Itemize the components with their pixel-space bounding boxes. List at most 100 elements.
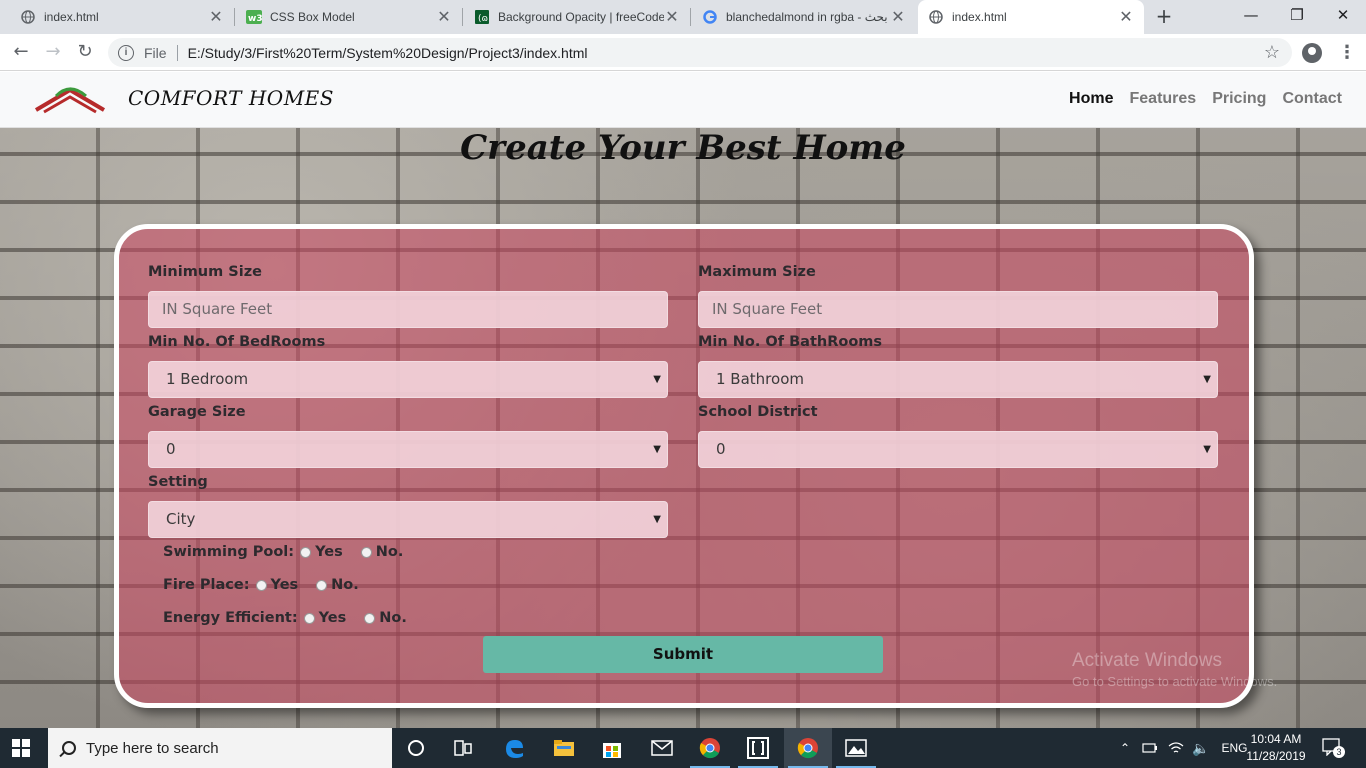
brand-name[interactable]: COMFORT HOMES	[128, 86, 334, 110]
bathrooms-value: 1 Bathroom	[716, 370, 804, 388]
tab-divider	[462, 8, 463, 26]
swimming-pool-no-label[interactable]: No.	[376, 544, 404, 560]
bedrooms-label: Min No. Of BedRooms	[148, 334, 326, 350]
submit-button[interactable]: Submit	[483, 636, 883, 673]
bathrooms-select[interactable]: 1 Bathroom ▼	[698, 361, 1218, 398]
volume-icon[interactable]: 🔈	[1192, 740, 1209, 757]
close-icon[interactable]: ✕	[664, 7, 680, 27]
tab-title: Background Opacity | freeCode	[498, 10, 664, 24]
browser-tab-active[interactable]: index.html ✕	[918, 0, 1144, 34]
nav-link-home[interactable]: Home	[1069, 90, 1113, 108]
close-icon[interactable]: ✕	[436, 7, 452, 27]
browser-tab[interactable]: w3 CSS Box Model ✕	[236, 0, 462, 34]
taskbar-search-placeholder: Type here to search	[86, 739, 219, 757]
chrome-active-icon[interactable]	[784, 728, 832, 768]
swimming-pool-no-radio[interactable]	[360, 546, 372, 558]
google-icon	[702, 9, 718, 25]
url-text[interactable]: E:/Study/3/First%20Term/System%20Design/…	[188, 45, 588, 61]
energy-efficient-yes-radio[interactable]	[303, 612, 315, 624]
browser-tab-strip: index.html ✕ w3 CSS Box Model ✕ (ɷ) Back…	[0, 0, 1366, 34]
chevron-down-icon: ▼	[653, 374, 661, 385]
min-size-input[interactable]: IN Square Feet	[148, 291, 668, 328]
new-tab-button[interactable]: +	[1152, 5, 1176, 29]
profile-icon[interactable]	[1302, 43, 1322, 63]
store-icon[interactable]	[588, 728, 636, 768]
battery-icon[interactable]	[1142, 742, 1158, 754]
fire-place-no-radio[interactable]	[316, 579, 328, 591]
min-size-label: Minimum Size	[148, 264, 262, 280]
swimming-pool-yes-label[interactable]: Yes	[315, 544, 343, 560]
notification-count: 3	[1333, 746, 1345, 758]
taskbar-clock[interactable]: 10:04 AM 11/28/2019	[1246, 731, 1306, 765]
bedrooms-select[interactable]: 1 Bedroom ▼	[148, 361, 668, 398]
energy-efficient-no-radio[interactable]	[364, 612, 376, 624]
nav-link-contact[interactable]: Contact	[1282, 90, 1342, 108]
fire-place-yes-label[interactable]: Yes	[271, 577, 299, 593]
task-view-icon[interactable]	[440, 728, 488, 768]
close-icon[interactable]: ✕	[890, 7, 906, 27]
reload-icon[interactable]: ↻	[72, 40, 98, 66]
browser-tab[interactable]: (ɷ) Background Opacity | freeCode ✕	[464, 0, 690, 34]
school-district-value: 0	[716, 440, 726, 458]
energy-efficient-yes-label[interactable]: Yes	[319, 610, 347, 626]
energy-efficient-no-label[interactable]: No.	[379, 610, 407, 626]
mail-icon[interactable]	[638, 728, 686, 768]
taskbar-search-box[interactable]: Type here to search	[48, 728, 392, 768]
swimming-pool-label: Swimming Pool:	[163, 544, 295, 560]
back-arrow-icon[interactable]: ←	[8, 40, 34, 66]
cortana-icon[interactable]	[392, 728, 440, 768]
photos-icon[interactable]	[832, 728, 880, 768]
windows-start-icon[interactable]	[12, 739, 30, 757]
browser-toolbar: ← → ↻ i File E:/Study/3/First%20Term/Sys…	[0, 34, 1366, 71]
clock-time: 10:04 AM	[1250, 732, 1302, 746]
window-close-icon[interactable]: ✕	[1320, 0, 1366, 34]
nav-link-pricing[interactable]: Pricing	[1212, 90, 1266, 108]
minimize-icon[interactable]: —	[1228, 0, 1274, 34]
fire-place-yes-radio[interactable]	[255, 579, 267, 591]
energy-efficient-label: Energy Efficient:	[163, 610, 298, 626]
info-icon[interactable]: i	[118, 44, 134, 61]
energy-efficient-row: Energy Efficient: Yes No.	[163, 610, 407, 626]
star-icon[interactable]: ☆	[1264, 42, 1280, 63]
browser-tab[interactable]: blanchedalmond in rgba - بحث ✕	[692, 0, 916, 34]
house-logo-icon[interactable]	[34, 84, 106, 116]
max-size-input[interactable]: IN Square Feet	[698, 291, 1218, 328]
swimming-pool-yes-radio[interactable]	[300, 546, 312, 558]
brackets-icon[interactable]	[734, 728, 782, 768]
system-tray: ⌃ 🔈 ENG	[1120, 728, 1248, 768]
svg-text:w3: w3	[248, 14, 262, 24]
close-icon[interactable]: ✕	[208, 7, 224, 27]
kebab-menu-icon[interactable]: ⋮	[1338, 42, 1356, 63]
nav-link-features[interactable]: Features	[1130, 90, 1197, 108]
notification-icon[interactable]: 3	[1322, 738, 1345, 758]
school-district-select[interactable]: 0 ▼	[698, 431, 1218, 468]
address-bar[interactable]: i File E:/Study/3/First%20Term/System%20…	[108, 38, 1292, 67]
chevron-up-icon[interactable]: ⌃	[1120, 741, 1130, 755]
language-indicator[interactable]: ENG	[1222, 741, 1248, 755]
site-navbar: COMFORT HOMES Home Features Pricing Cont…	[0, 72, 1366, 128]
close-icon[interactable]: ✕	[1118, 7, 1134, 27]
globe-icon	[928, 9, 944, 25]
wifi-icon[interactable]	[1168, 741, 1184, 755]
page-viewport: COMFORT HOMES Home Features Pricing Cont…	[0, 72, 1366, 728]
tab-title: index.html	[952, 10, 1007, 24]
windows-taskbar: Type here to search ⌃ 🔈 ENG 10:04 AM 11/…	[0, 728, 1366, 768]
edge-icon[interactable]	[490, 728, 538, 768]
restore-icon[interactable]: ❐	[1274, 0, 1320, 34]
file-explorer-icon[interactable]	[540, 728, 588, 768]
tab-title: CSS Box Model	[270, 10, 355, 24]
page-title: Create Your Best Home	[460, 128, 906, 168]
chevron-down-icon: ▼	[653, 514, 661, 525]
browser-tab[interactable]: index.html ✕	[0, 0, 234, 34]
forward-arrow-icon[interactable]: →	[40, 40, 66, 66]
setting-value: City	[166, 510, 196, 528]
setting-select[interactable]: City ▼	[148, 501, 668, 538]
swimming-pool-row: Swimming Pool: Yes No.	[163, 544, 403, 560]
bedrooms-value: 1 Bedroom	[166, 370, 249, 388]
school-district-label: School District	[698, 404, 818, 420]
fire-place-row: Fire Place: Yes No.	[163, 577, 359, 593]
chrome-icon[interactable]	[686, 728, 734, 768]
svg-text:(ɷ): (ɷ)	[478, 14, 489, 24]
fire-place-no-label[interactable]: No.	[331, 577, 359, 593]
garage-select[interactable]: 0 ▼	[148, 431, 668, 468]
